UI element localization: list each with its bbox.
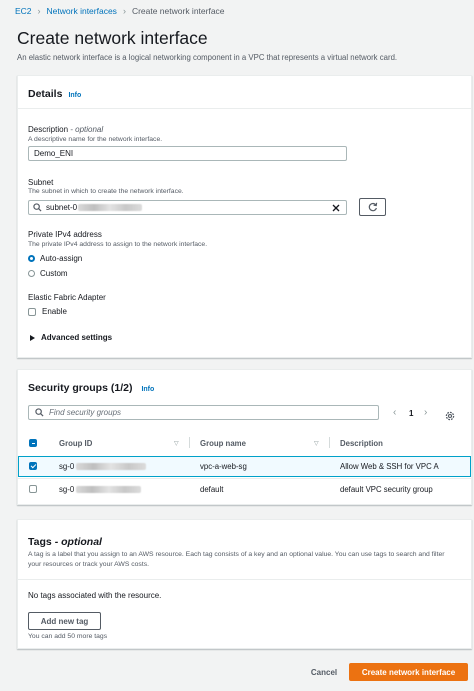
refresh-icon xyxy=(368,202,377,212)
breadcrumb-current: Create network interface xyxy=(131,6,225,16)
details-header: Details Info xyxy=(18,76,471,109)
row-group-id-prefix: sg-0 xyxy=(59,462,75,471)
tags-empty-message: No tags associated with the resource. xyxy=(28,591,162,600)
subnet-label: Subnet xyxy=(28,178,54,187)
subnet-hint: The subnet in which to create the networ… xyxy=(28,188,184,195)
tags-limit-hint: You can add 50 more tags xyxy=(28,633,108,640)
row-description: default VPC security group xyxy=(340,485,433,494)
tags-title: Tags xyxy=(28,536,52,548)
security-groups-panel: Security groups (1/2) Info Find security… xyxy=(17,369,472,505)
tags-description: A tag is a label that you assign to an A… xyxy=(28,551,445,568)
cancel-button[interactable]: Cancel xyxy=(302,663,346,681)
gear-icon xyxy=(445,411,455,421)
row-description: Allow Web & SSH for VPC A xyxy=(340,462,439,471)
breadcrumb-ec2-link[interactable]: EC2 xyxy=(15,6,32,16)
ipv4-hint: The private IPv4 address to assign to th… xyxy=(28,241,208,248)
tags-divider xyxy=(18,579,471,580)
row-checkbox[interactable] xyxy=(29,462,37,470)
ipv4-auto-assign-label: Auto-assign xyxy=(40,254,83,263)
row-group-id-prefix: sg-0 xyxy=(59,485,75,494)
description-input[interactable]: Demo_ENI xyxy=(28,146,347,161)
page-title: Create network interface xyxy=(17,28,208,48)
efa-enable-checkbox[interactable]: Enable xyxy=(28,307,67,316)
chevron-right-icon: › xyxy=(122,6,126,16)
search-icon xyxy=(35,408,44,417)
subnet-select[interactable]: subnet-0 xyxy=(28,200,347,215)
row-group-name: default xyxy=(200,485,224,494)
ipv4-custom-label: Custom xyxy=(40,269,68,278)
row-group-id: sg-0 xyxy=(59,462,147,471)
advanced-settings-label: Advanced settings xyxy=(41,333,113,342)
page-number[interactable]: 1 xyxy=(409,409,413,418)
search-icon xyxy=(33,203,42,212)
security-group-search-placeholder: Find security groups xyxy=(49,408,122,417)
add-new-tag-button[interactable]: Add new tag xyxy=(28,612,101,630)
efa-label: Elastic Fabric Adapter xyxy=(28,293,106,302)
row-group-id-redacted xyxy=(76,486,142,494)
next-page-button[interactable]: › xyxy=(424,407,427,418)
details-panel: Details Info Description - optional A de… xyxy=(17,75,472,358)
chevron-right-icon: › xyxy=(37,6,41,16)
details-info-link[interactable]: Info xyxy=(68,92,81,99)
refresh-button[interactable] xyxy=(359,198,386,216)
subnet-value: subnet-0 xyxy=(46,203,78,212)
checkbox-icon xyxy=(28,307,36,316)
column-description[interactable]: Description xyxy=(340,439,383,448)
column-group-id[interactable]: Group ID xyxy=(59,439,92,448)
security-groups-title: Security groups (1/2) xyxy=(28,382,133,394)
page-description: An elastic network interface is a logica… xyxy=(17,53,398,62)
column-group-name[interactable]: Group name xyxy=(200,439,246,448)
ipv4-custom-radio[interactable]: Custom xyxy=(28,269,68,278)
description-hint: A descriptive name for the network inter… xyxy=(28,136,163,143)
tags-panel: Tags - optional A tag is a label that yo… xyxy=(17,519,472,649)
tags-optional: - optional xyxy=(54,536,102,548)
advanced-settings-toggle[interactable]: Advanced settings xyxy=(30,333,112,342)
efa-enable-label: Enable xyxy=(42,307,67,316)
security-group-search-input[interactable]: Find security groups xyxy=(28,405,379,420)
row-group-name: vpc-a-web-sg xyxy=(200,462,247,471)
radio-selected-icon xyxy=(28,255,35,262)
breadcrumb: EC2 › Network interfaces › Create networ… xyxy=(15,6,225,16)
sort-group-name-icon[interactable]: ▽ xyxy=(314,440,319,447)
settings-button[interactable] xyxy=(445,408,455,421)
row-group-id-redacted xyxy=(76,463,147,471)
row-checkbox[interactable] xyxy=(29,485,37,493)
column-divider xyxy=(329,437,330,448)
row-group-id: sg-0 xyxy=(59,485,142,494)
column-divider xyxy=(189,437,190,448)
description-label: Description - optional xyxy=(28,125,103,134)
table-row[interactable]: sg-0 default default VPC security group xyxy=(18,478,471,499)
radio-unselected-icon xyxy=(28,270,35,277)
description-input-value: Demo_ENI xyxy=(34,149,74,158)
security-groups-info-link[interactable]: Info xyxy=(141,386,154,393)
caret-right-icon xyxy=(30,334,35,341)
description-label-text: Description xyxy=(28,125,69,134)
clear-icon[interactable] xyxy=(332,204,340,212)
table-row[interactable]: sg-0 vpc-a-web-sg Allow Web & SSH for VP… xyxy=(18,456,471,477)
sort-group-id-icon[interactable]: ▽ xyxy=(174,440,179,447)
breadcrumb-network-interfaces-link[interactable]: Network interfaces xyxy=(47,6,117,16)
details-title: Details xyxy=(28,88,63,100)
prev-page-button[interactable]: ‹ xyxy=(393,407,396,418)
create-network-interface-button[interactable]: Create network interface xyxy=(349,663,468,681)
ipv4-auto-assign-radio[interactable]: Auto-assign xyxy=(28,254,82,263)
subnet-redacted xyxy=(78,204,143,211)
description-optional: - optional xyxy=(70,125,104,134)
ipv4-label: Private IPv4 address xyxy=(28,230,102,239)
select-all-checkbox[interactable] xyxy=(29,439,37,447)
